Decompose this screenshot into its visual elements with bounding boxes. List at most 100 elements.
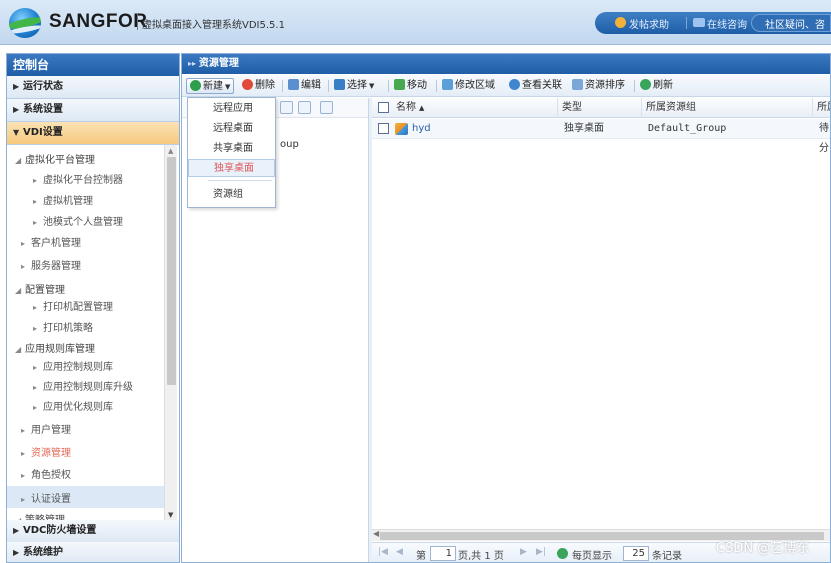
leaf-arrow-icon: ▸: [33, 324, 38, 333]
modify-zone-button[interactable]: 修改区域: [442, 78, 495, 94]
tree-search-icon[interactable]: [280, 101, 293, 114]
page-total-label: 页,共 1 页: [458, 551, 504, 562]
help-link[interactable]: 发帖求助: [629, 16, 669, 31]
sidebar-scrollbar[interactable]: ▲ ▼: [164, 145, 177, 525]
tree-item-printer-policy[interactable]: ▸ 打印机策略: [33, 319, 93, 334]
tree-expand-icon[interactable]: [298, 101, 311, 114]
modify-zone-label: 修改区域: [455, 80, 495, 91]
resource-sort-label: 资源排序: [585, 80, 625, 91]
scrollbar-thumb[interactable]: [167, 157, 176, 385]
column-header-type[interactable]: 类型: [558, 98, 642, 118]
sidebar: 控制台 ▶ 运行状态 ▶ 系统设置 ▼ VDI设置 ◢ 虚拟化平台管理 ▸ 虚拟化平台控制…: [6, 53, 180, 563]
collapse-arrow-icon: ▼: [13, 128, 20, 137]
section-label: 系统维护: [23, 547, 63, 558]
tree-label: 应用控制规则库升级: [43, 382, 133, 393]
cell-name[interactable]: hyd: [408, 119, 431, 139]
tree-item-config-mgmt[interactable]: ◢ 配置管理: [15, 281, 65, 296]
menu-item-remote-desktop[interactable]: 远程桌面: [188, 120, 275, 138]
sidebar-section-system-maintenance[interactable]: ▶ 系统维护: [7, 542, 179, 562]
tree-item-vm-mgmt[interactable]: ▸ 虚拟机管理: [33, 192, 93, 207]
community-link[interactable]: 社区疑问、咨: [765, 16, 825, 31]
vdi-settings-tree: ◢ 虚拟化平台管理 ▸ 虚拟化平台控制器 ▸ 虚拟机管理 ▸ 池模式个人盘管理 ▸ 客户机…: [7, 145, 165, 525]
view-assoc-button[interactable]: 查看关联: [509, 78, 562, 94]
column-header-label: 名称: [396, 102, 416, 113]
tree-item-pool-personal-disk[interactable]: ▸ 池模式个人盘管理: [33, 213, 123, 228]
tree-item-resource-mgmt[interactable]: ▸ 资源管理: [21, 444, 71, 459]
tree-item-app-rule-lib[interactable]: ◢ 应用规则库管理: [15, 340, 95, 355]
menu-item-remote-app[interactable]: 远程应用: [188, 100, 275, 118]
scroll-left-arrow-icon[interactable]: ◀: [373, 529, 379, 538]
column-header-group[interactable]: 所属资源组: [642, 98, 813, 118]
tree-node-default-group[interactable]: oup: [280, 139, 299, 150]
sidebar-section-vdi-settings[interactable]: ▼ VDI设置: [7, 122, 179, 145]
chevron-down-icon: ▼: [225, 83, 231, 91]
leaf-arrow-icon: ▸: [21, 449, 26, 458]
double-arrow-icon: ▸▸: [188, 59, 199, 68]
table-row[interactable]: hyd 独享桌面 Default_Group 待分: [372, 119, 830, 154]
tree-item-app-optimize-lib[interactable]: ▸ 应用优化规则库: [33, 398, 113, 413]
leaf-arrow-icon: ▸: [33, 403, 38, 412]
per-page-prefix: 每页显示: [572, 551, 612, 562]
delete-button[interactable]: 删除: [242, 78, 275, 94]
last-page-icon[interactable]: ▶|: [536, 547, 546, 557]
leaf-arrow-icon: ▸: [21, 471, 26, 480]
consult-link[interactable]: 在线咨询: [707, 16, 747, 31]
first-page-icon[interactable]: |◀: [378, 547, 388, 557]
help-icon: [615, 17, 626, 28]
menu-item-shared-desktop[interactable]: 共享桌面: [188, 140, 275, 158]
resource-sort-button[interactable]: 资源排序: [572, 78, 625, 94]
leaf-arrow-icon: ▸: [21, 262, 26, 271]
sort-asc-icon: ▲: [419, 104, 425, 112]
select-button[interactable]: 选择 ▼: [334, 78, 374, 94]
per-page-input[interactable]: 25: [623, 546, 649, 561]
page-number-input[interactable]: 1: [430, 546, 456, 561]
delete-label: 删除: [255, 80, 275, 91]
refresh-button[interactable]: 刷新: [640, 78, 673, 94]
prev-page-icon[interactable]: ◀: [396, 547, 403, 557]
column-header-more[interactable]: 所属: [813, 98, 830, 118]
tree-item-auth-settings[interactable]: ▸ 认证设置: [21, 490, 71, 505]
tree-label: 资源管理: [31, 448, 71, 459]
row-checkbox[interactable]: [378, 123, 389, 134]
tree-item-printer-config[interactable]: ▸ 打印机配置管理: [33, 298, 113, 313]
sidebar-section-run-status[interactable]: ▶ 运行状态: [7, 76, 179, 99]
sidebar-section-system-settings[interactable]: ▶ 系统设置: [7, 99, 179, 122]
tree-item-client-mgmt[interactable]: ▸ 客户机管理: [21, 234, 81, 249]
tree-item-virt-platform-mgmt[interactable]: ◢ 虚拟化平台管理: [15, 151, 95, 166]
scroll-up-arrow-icon[interactable]: ▲: [168, 147, 173, 155]
column-header-name[interactable]: 名称 ▲: [392, 98, 558, 118]
sort-icon: [572, 79, 583, 90]
scroll-down-arrow-icon[interactable]: ▼: [168, 511, 173, 519]
sidebar-section-vdc-firewall[interactable]: ▶ VDC防火墙设置: [7, 520, 179, 543]
tree-collapse-icon[interactable]: [320, 101, 333, 114]
refresh-icon[interactable]: [557, 548, 568, 559]
move-button[interactable]: 移动: [394, 78, 427, 94]
select-all-checkbox[interactable]: [378, 102, 389, 113]
refresh-icon: [640, 79, 651, 90]
edit-icon: [288, 79, 299, 90]
menu-item-dedicated-desktop[interactable]: 独享桌面: [188, 159, 275, 177]
tree-label: 打印机配置管理: [43, 302, 113, 313]
select-label: 选择: [347, 80, 367, 91]
tree-item-server-mgmt[interactable]: ▸ 服务器管理: [21, 257, 81, 272]
tree-item-role-auth[interactable]: ▸ 角色授权: [21, 466, 71, 481]
desktop-resource-icon: [395, 123, 408, 135]
menu-item-resource-group[interactable]: 资源组: [188, 186, 275, 204]
tree-label: 虚拟化平台管理: [25, 155, 95, 166]
tree-item-user-mgmt[interactable]: ▸ 用户管理: [21, 421, 71, 436]
refresh-label: 刷新: [653, 80, 673, 91]
next-page-icon[interactable]: ▶: [520, 547, 527, 557]
toolbar-divider: [328, 80, 329, 92]
tree-item-app-control-upgrade[interactable]: ▸ 应用控制规则库升级: [33, 378, 133, 393]
tree-item-virt-platform-controller[interactable]: ▸ 虚拟化平台控制器: [33, 171, 123, 186]
new-button[interactable]: 新建 ▼: [186, 78, 235, 94]
sidebar-title: 控制台: [7, 54, 179, 76]
tree-item-app-control-lib[interactable]: ▸ 应用控制规则库: [33, 358, 113, 373]
view-assoc-label: 查看关联: [522, 80, 562, 91]
section-label: 系统设置: [23, 104, 63, 115]
edit-button[interactable]: 编辑: [288, 78, 321, 94]
add-icon: [190, 80, 201, 91]
section-label: VDI设置: [23, 127, 63, 138]
leaf-arrow-icon: ▸: [33, 383, 38, 392]
toolbar-divider: [634, 80, 635, 92]
